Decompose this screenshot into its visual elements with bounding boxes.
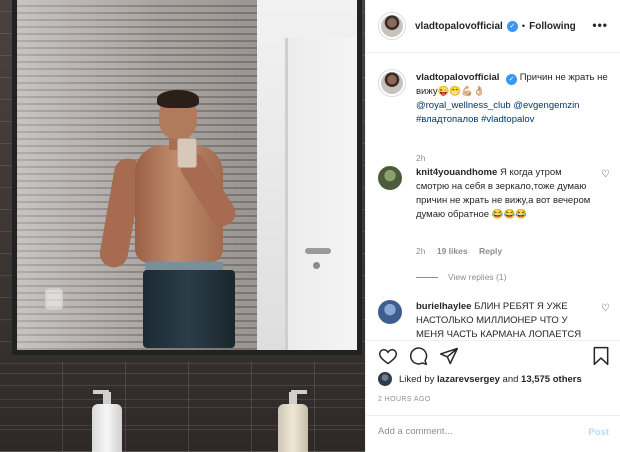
- view-replies-button[interactable]: View replies (1): [416, 272, 506, 282]
- add-comment-bar: Post: [366, 415, 620, 452]
- reflected-door: [285, 38, 357, 350]
- hashtag-link[interactable]: #владтопалов: [416, 114, 478, 125]
- caption-text: vladtopalovofficial ✓ Причин не жрать не…: [416, 71, 611, 127]
- post-comment-button[interactable]: Post: [588, 427, 609, 438]
- reply-button[interactable]: Reply: [479, 246, 502, 256]
- comment-input[interactable]: [378, 426, 568, 437]
- comment-meta: 2h 19 likes Reply: [416, 246, 511, 256]
- likes-summary: Liked by lazarevsergey and 13,575 others: [378, 372, 582, 386]
- post-photo[interactable]: [0, 0, 365, 452]
- mirror: [12, 0, 362, 355]
- author-username[interactable]: vladtopalovofficial: [415, 21, 503, 32]
- caption-username[interactable]: vladtopalovofficial: [416, 72, 499, 83]
- hashtag-link[interactable]: #vladtopalov: [481, 114, 534, 125]
- post-sidebar: vladtopalovofficial ✓ • Following ••• vl…: [365, 0, 620, 452]
- shorts: [143, 270, 235, 348]
- liked-by-joiner: and: [502, 373, 519, 385]
- post-header: vladtopalovofficial ✓ • Following •••: [366, 0, 620, 53]
- phone: [177, 138, 197, 168]
- verified-badge-icon: ✓: [506, 74, 518, 85]
- comment-avatar[interactable]: [378, 166, 402, 190]
- door-handle: [305, 248, 331, 254]
- liked-by-prefix: Liked by: [399, 373, 435, 385]
- wall-hook: [45, 288, 63, 310]
- comment-text: knit4youandhome Я когда утром смотрю на …: [416, 166, 596, 222]
- heart-icon[interactable]: ♡: [601, 169, 610, 180]
- view-replies-label: View replies (1): [448, 272, 507, 282]
- mention-link[interactable]: @royal_wellness_club: [416, 100, 511, 111]
- comment-likes[interactable]: 19 likes: [437, 246, 468, 256]
- ellipsis-icon[interactable]: •••: [592, 18, 608, 32]
- comment-icon[interactable]: [408, 346, 428, 366]
- author-avatar[interactable]: [378, 12, 406, 40]
- person-hair: [157, 90, 199, 108]
- lotion-bottle: [278, 404, 308, 452]
- pump-head: [103, 392, 111, 404]
- separator-dot: •: [521, 20, 526, 32]
- door-lock: [313, 262, 320, 269]
- bookmark-icon[interactable]: [591, 346, 611, 366]
- caption-avatar[interactable]: [378, 69, 406, 97]
- pump-head: [289, 392, 297, 404]
- comment-username[interactable]: burielhaylee: [416, 301, 471, 312]
- replies-line: [416, 276, 438, 278]
- mention-link[interactable]: @evgengemzin: [513, 100, 579, 111]
- heart-icon[interactable]: ♡: [601, 303, 610, 314]
- sink-counter: [0, 362, 365, 452]
- caption-time[interactable]: 2h: [416, 153, 425, 163]
- comment-avatar[interactable]: [378, 300, 402, 324]
- comments-scroll[interactable]: vladtopalovofficial ✓ Причин не жрать не…: [366, 54, 620, 339]
- action-bar: [366, 340, 620, 372]
- verified-badge-icon: ✓: [506, 20, 518, 32]
- comment-username[interactable]: knit4youandhome: [416, 167, 497, 178]
- post-timestamp[interactable]: 2 HOURS AGO: [378, 396, 431, 403]
- paper-plane-icon[interactable]: [439, 346, 459, 366]
- soap-bottle: [92, 404, 122, 452]
- following-button[interactable]: Following: [529, 21, 576, 32]
- comment-text: burielhaylee БЛИН РЕБЯТ Я УЖЕ НАСТОЛЬКО …: [416, 300, 596, 339]
- liker-username[interactable]: lazarevsergey: [437, 374, 500, 385]
- liker-avatar[interactable]: [378, 372, 392, 386]
- likes-count[interactable]: 13,575 others: [521, 374, 582, 385]
- comment-time[interactable]: 2h: [416, 246, 425, 256]
- heart-icon[interactable]: [378, 346, 398, 366]
